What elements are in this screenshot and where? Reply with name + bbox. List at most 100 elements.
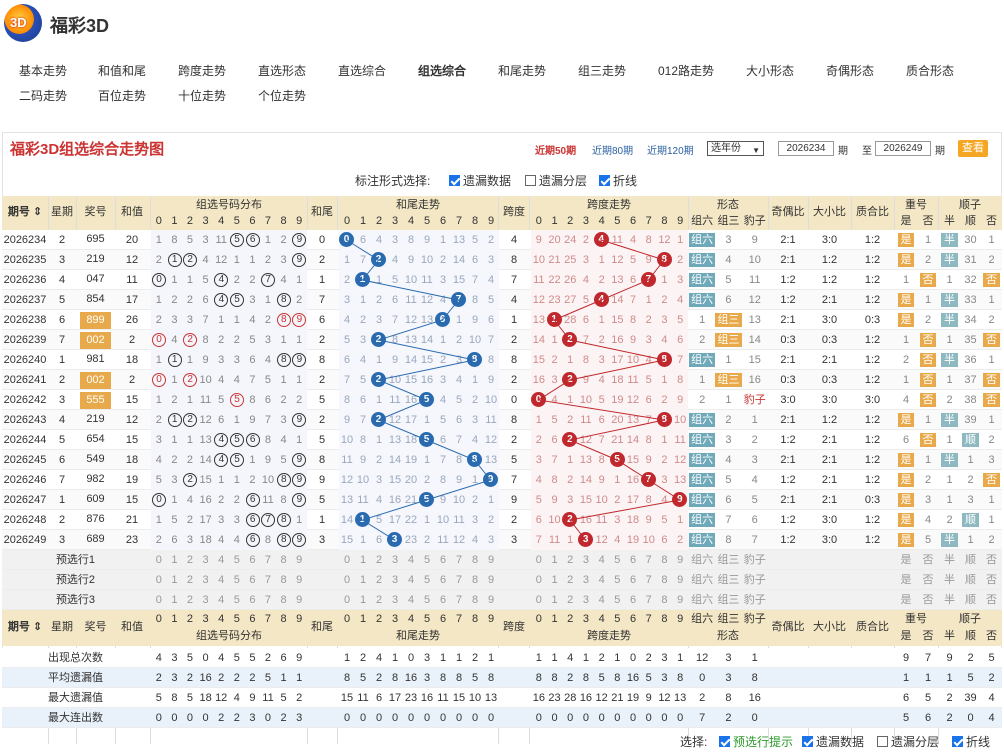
preselect-digit[interactable]: 4 xyxy=(403,593,419,607)
preselect-digit[interactable]: 2 xyxy=(182,553,198,567)
nav-link[interactable]: 十位走势 xyxy=(178,87,226,104)
preselect-digit[interactable]: 1 xyxy=(547,573,563,587)
nav-link[interactable]: 个位走势 xyxy=(258,87,306,104)
view-button[interactable]: 查看 xyxy=(958,140,988,157)
option-polyline[interactable]: 折线 xyxy=(599,172,637,189)
checkbox-icon[interactable] xyxy=(525,175,536,186)
preselect-digit[interactable]: 7 xyxy=(260,593,276,607)
preselect-rep[interactable]: 是 xyxy=(895,553,917,567)
preselect-shape[interactable]: 组六 xyxy=(689,573,715,587)
preselect-digit[interactable]: 9 xyxy=(483,593,499,607)
preselect-digit[interactable]: 5 xyxy=(419,593,435,607)
period-from-input[interactable]: 2026234 xyxy=(778,141,834,156)
nav-link[interactable]: 组选综合 xyxy=(418,62,466,79)
preselect-digit[interactable]: 2 xyxy=(562,573,578,587)
preselect-digit[interactable]: 1 xyxy=(355,573,371,587)
preselect-digit[interactable]: 8 xyxy=(657,573,673,587)
bottom-option-layer[interactable]: 遗漏分层 xyxy=(877,733,939,750)
nav-link[interactable]: 组三走势 xyxy=(578,62,626,79)
preselect-shape[interactable]: 组六 xyxy=(689,553,715,567)
preselect-digit[interactable]: 0 xyxy=(531,553,547,567)
period-to-input[interactable]: 2026249 xyxy=(875,141,931,156)
nav-link[interactable]: 质合形态 xyxy=(906,62,954,79)
preselect-digit[interactable]: 9 xyxy=(483,573,499,587)
preselect-label[interactable]: 预选行1 xyxy=(2,553,149,567)
checkbox-icon[interactable] xyxy=(952,736,963,747)
preselect-digit[interactable]: 5 xyxy=(419,573,435,587)
range-link-120[interactable]: 近期120期 xyxy=(647,142,694,157)
preselect-digit[interactable]: 3 xyxy=(387,573,403,587)
preselect-digit[interactable]: 7 xyxy=(641,553,657,567)
preselect-digit[interactable]: 1 xyxy=(547,593,563,607)
preselect-shape[interactable]: 组六 xyxy=(689,593,715,607)
preselect-digit[interactable]: 0 xyxy=(531,593,547,607)
preselect-digit[interactable]: 8 xyxy=(657,593,673,607)
range-link-50[interactable]: 近期50期 xyxy=(535,142,576,157)
preselect-digit[interactable]: 1 xyxy=(167,593,183,607)
preselect-seq[interactable]: 半 xyxy=(939,553,960,567)
checkbox-icon[interactable] xyxy=(599,175,610,186)
year-select[interactable]: 选年份 ▼ xyxy=(707,141,764,156)
preselect-digit[interactable]: 1 xyxy=(167,553,183,567)
preselect-digit[interactable]: 0 xyxy=(151,593,167,607)
preselect-shape[interactable]: 豹子 xyxy=(742,553,768,567)
range-link-80[interactable]: 近期80期 xyxy=(592,142,633,157)
nav-link[interactable]: 直选综合 xyxy=(338,62,386,79)
bottom-option-preselect[interactable]: 预选行提示 xyxy=(719,733,793,750)
preselect-rep[interactable]: 是 xyxy=(895,573,917,587)
bottom-option-polyline[interactable]: 折线 xyxy=(952,733,990,750)
preselect-digit[interactable]: 8 xyxy=(276,593,292,607)
preselect-digit[interactable]: 9 xyxy=(291,553,307,567)
checkbox-icon[interactable] xyxy=(802,736,813,747)
preselect-digit[interactable]: 3 xyxy=(578,573,594,587)
option-missing-data[interactable]: 遗漏数据 xyxy=(449,172,511,189)
preselect-shape[interactable]: 豹子 xyxy=(742,573,768,587)
preselect-shape[interactable]: 组三 xyxy=(715,553,741,567)
preselect-digit[interactable]: 9 xyxy=(291,593,307,607)
preselect-digit[interactable]: 7 xyxy=(260,573,276,587)
preselect-digit[interactable]: 7 xyxy=(260,553,276,567)
preselect-digit[interactable]: 4 xyxy=(213,593,229,607)
nav-link[interactable]: 基本走势 xyxy=(19,62,67,79)
preselect-digit[interactable]: 8 xyxy=(467,573,483,587)
preselect-digit[interactable]: 6 xyxy=(435,593,451,607)
preselect-digit[interactable]: 6 xyxy=(245,573,261,587)
preselect-rep[interactable]: 否 xyxy=(917,573,939,587)
preselect-digit[interactable]: 4 xyxy=(594,593,610,607)
preselect-digit[interactable]: 7 xyxy=(641,573,657,587)
nav-link[interactable]: 百位走势 xyxy=(98,87,146,104)
preselect-digit[interactable]: 8 xyxy=(657,553,673,567)
preselect-digit[interactable]: 0 xyxy=(339,593,355,607)
preselect-digit[interactable]: 0 xyxy=(339,573,355,587)
preselect-digit[interactable]: 6 xyxy=(625,553,641,567)
preselect-digit[interactable]: 5 xyxy=(610,593,626,607)
preselect-digit[interactable]: 6 xyxy=(435,553,451,567)
preselect-digit[interactable]: 8 xyxy=(276,573,292,587)
preselect-digit[interactable]: 8 xyxy=(276,553,292,567)
nav-link[interactable]: 大小形态 xyxy=(746,62,794,79)
preselect-digit[interactable]: 9 xyxy=(483,553,499,567)
preselect-digit[interactable]: 7 xyxy=(451,593,467,607)
preselect-digit[interactable]: 2 xyxy=(371,593,387,607)
preselect-digit[interactable]: 4 xyxy=(594,553,610,567)
preselect-digit[interactable]: 5 xyxy=(610,573,626,587)
option-missing-layer[interactable]: 遗漏分层 xyxy=(525,172,587,189)
preselect-digit[interactable]: 3 xyxy=(198,553,214,567)
preselect-digit[interactable]: 1 xyxy=(547,553,563,567)
preselect-digit[interactable]: 1 xyxy=(167,573,183,587)
nav-link[interactable]: 奇偶形态 xyxy=(826,62,874,79)
preselect-label[interactable]: 预选行3 xyxy=(2,593,149,607)
preselect-seq[interactable]: 顺 xyxy=(960,593,981,607)
bottom-option-missing[interactable]: 遗漏数据 xyxy=(802,733,864,750)
preselect-digit[interactable]: 2 xyxy=(562,553,578,567)
preselect-digit[interactable]: 0 xyxy=(151,553,167,567)
nav-link[interactable]: 直选形态 xyxy=(258,62,306,79)
preselect-digit[interactable]: 4 xyxy=(213,553,229,567)
preselect-digit[interactable]: 4 xyxy=(403,553,419,567)
preselect-digit[interactable]: 5 xyxy=(419,553,435,567)
preselect-digit[interactable]: 5 xyxy=(229,553,245,567)
preselect-digit[interactable]: 5 xyxy=(610,553,626,567)
preselect-digit[interactable]: 4 xyxy=(594,573,610,587)
preselect-digit[interactable]: 4 xyxy=(403,573,419,587)
preselect-digit[interactable]: 3 xyxy=(198,593,214,607)
